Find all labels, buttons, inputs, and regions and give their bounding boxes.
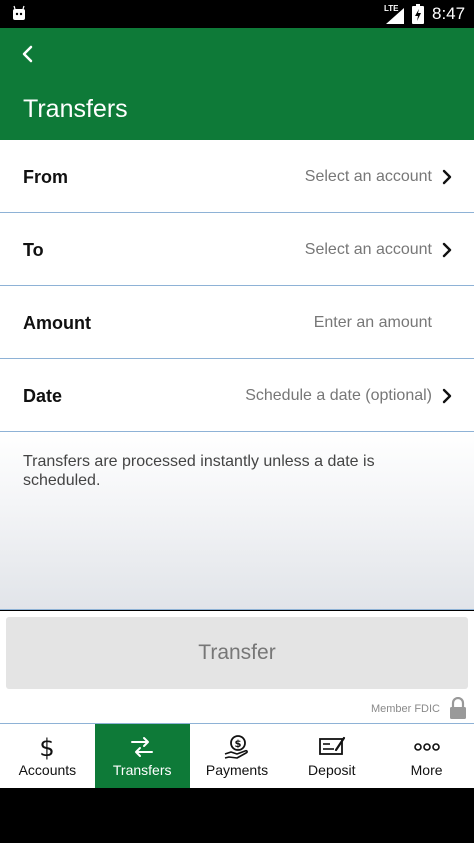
amount-label: Amount <box>23 313 91 333</box>
from-label: From <box>23 167 68 187</box>
tab-label: Accounts <box>18 762 77 778</box>
tab-label: More <box>410 762 443 778</box>
tab-label: Transfers <box>112 762 172 778</box>
to-value: Select an account <box>304 241 432 258</box>
chevron-right-icon <box>442 388 452 404</box>
clock: 8:47 <box>432 4 466 23</box>
check-deposit-icon <box>318 736 345 755</box>
tab-payments[interactable]: $ Payments <box>190 724 285 788</box>
system-nav-bar <box>0 788 474 843</box>
page-title: Transfers <box>23 95 128 123</box>
lock-icon <box>450 697 466 719</box>
battery-icon <box>412 4 424 24</box>
from-value: Select an account <box>304 168 432 185</box>
status-bar: LTE 8:47 <box>0 0 474 28</box>
tab-deposit[interactable]: Deposit <box>284 724 379 788</box>
from-account-row[interactable]: From Select an account <box>0 140 474 213</box>
to-account-row[interactable]: To Select an account <box>0 213 474 286</box>
chevron-right-icon <box>442 242 452 258</box>
chevron-right-icon <box>442 169 452 185</box>
transfer-form: From Select an account To Select an acco… <box>0 140 474 432</box>
svg-text:$: $ <box>40 734 55 760</box>
tab-transfers[interactable]: Transfers <box>94 724 190 788</box>
date-value: Schedule a date (optional) <box>245 387 432 404</box>
transfer-arrows-icon <box>131 737 154 757</box>
tab-more[interactable]: More <box>379 724 474 788</box>
more-dots-icon <box>413 743 440 751</box>
dollar-icon: $ <box>40 734 55 760</box>
tab-label: Deposit <box>308 762 356 778</box>
amount-field[interactable]: Enter an amount <box>314 314 432 332</box>
chevron-left-icon[interactable] <box>16 42 40 66</box>
date-row[interactable]: Date Schedule a date (optional) <box>0 359 474 432</box>
actions-panel: Transfer Member FDIC <box>0 611 474 724</box>
transfer-button[interactable]: Transfer <box>6 617 468 689</box>
android-debug-icon <box>13 5 25 20</box>
fdic-label: Member FDIC <box>370 703 440 715</box>
info-panel: Transfers are processed instantly unless… <box>0 432 474 610</box>
amount-row[interactable]: Amount Enter an amount <box>0 286 474 359</box>
svg-text:$: $ <box>235 739 242 750</box>
date-label: Date <box>23 386 63 406</box>
transfer-note: Transfers are processed instantly unless… <box>23 453 375 489</box>
app-bar: Transfers <box>0 28 474 140</box>
bottom-tab-bar: $ Accounts Transfers $ Payments Deposit <box>0 724 474 788</box>
signal-icon <box>386 8 404 24</box>
tab-label: Payments <box>205 762 269 778</box>
to-label: To <box>23 240 44 260</box>
tab-accounts[interactable]: $ Accounts <box>0 724 95 788</box>
payment-hand-icon: $ <box>224 735 248 759</box>
